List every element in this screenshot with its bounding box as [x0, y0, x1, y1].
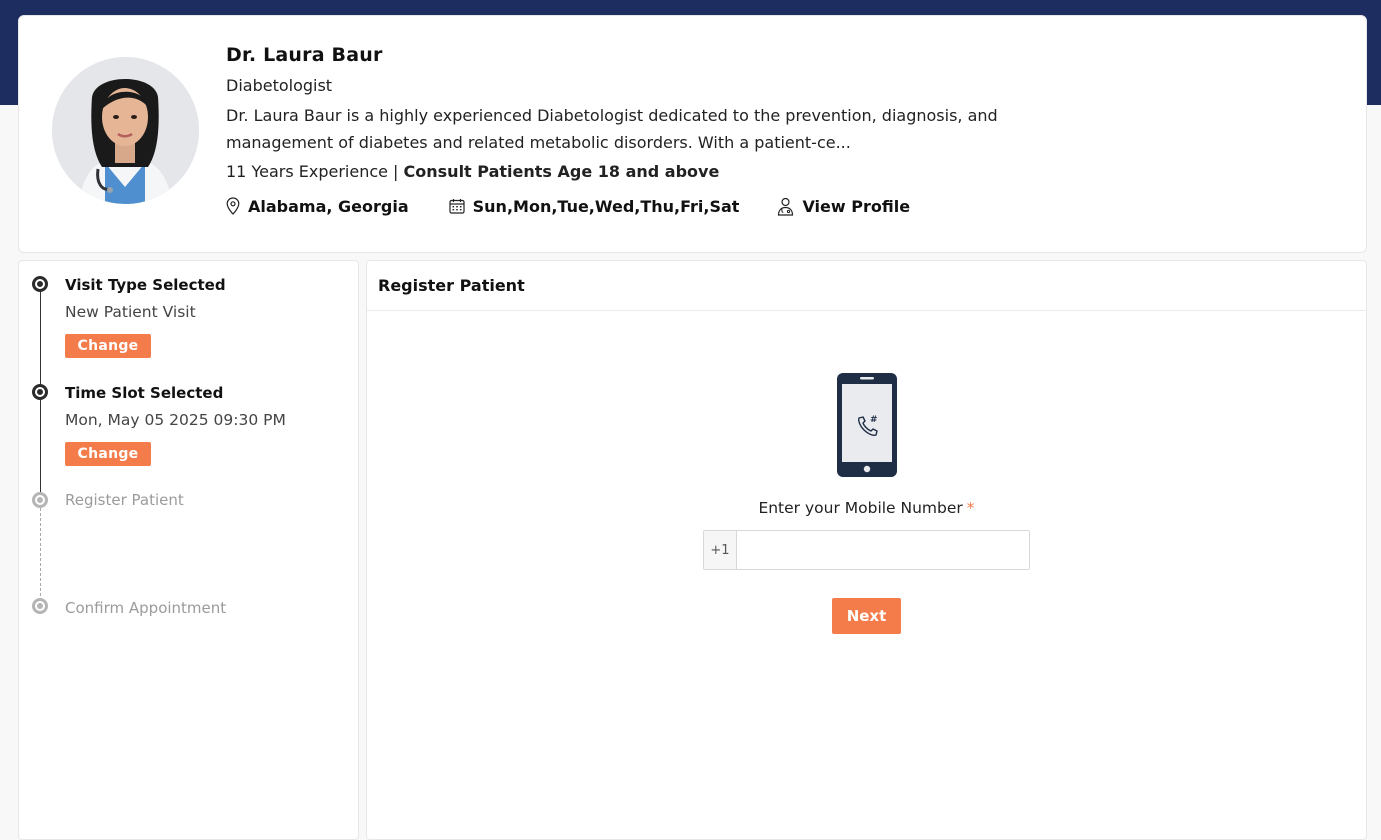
change-time-slot-button[interactable]: Change	[65, 442, 151, 466]
view-profile-text[interactable]: View Profile	[802, 197, 910, 216]
doctor-experience: 11 Years Experience | Consult Patients A…	[226, 162, 719, 181]
booking-steps: Visit Type Selected New Patient Visit Ch…	[18, 260, 359, 840]
required-asterisk: *	[966, 499, 975, 517]
step-title: Time Slot Selected	[65, 384, 224, 402]
step-marker-pending	[32, 492, 48, 508]
next-button[interactable]: Next	[832, 598, 901, 634]
view-profile-link[interactable]: View Profile	[777, 197, 910, 216]
doctor-bio: Dr. Laura Baur is a highly experienced D…	[226, 106, 998, 152]
doctor-icon	[778, 197, 794, 216]
step-value: New Patient Visit	[65, 303, 196, 321]
step-marker-done	[32, 276, 48, 292]
step-marker-pending	[32, 598, 48, 614]
map-pin-icon	[226, 197, 240, 215]
mobile-phone-icon: #	[836, 372, 898, 482]
step-title: Visit Type Selected	[65, 276, 226, 294]
step-connector	[40, 291, 41, 393]
mobile-label-text: Enter your Mobile Number	[758, 499, 963, 517]
change-visit-type-button[interactable]: Change	[65, 334, 151, 358]
doctor-meta-row: Alabama, Georgia Sun,Mon,Tue,Wed,Thu,Fri…	[226, 194, 910, 218]
doctor-location: Alabama, Georgia	[226, 197, 409, 216]
experience-text: 11 Years Experience |	[226, 162, 404, 181]
panel-title: Register Patient	[378, 276, 525, 295]
step-connector	[40, 399, 41, 501]
days-text: Sun,Mon,Tue,Wed,Thu,Fri,Sat	[472, 196, 740, 216]
step-title: Register Patient	[65, 491, 184, 509]
svg-text:#: #	[870, 415, 878, 425]
register-patient-panel: Register Patient # Enter your Mobile Num…	[366, 260, 1367, 840]
mobile-number-input[interactable]	[737, 531, 1029, 569]
country-code: +1	[704, 531, 737, 569]
doctor-specialty: Diabetologist	[226, 76, 333, 95]
location-text: Alabama, Georgia	[248, 196, 409, 216]
calendar-icon	[449, 199, 465, 214]
mobile-number-field: +1	[703, 530, 1030, 570]
doctor-avatar	[52, 57, 199, 204]
step-marker-done	[32, 384, 48, 400]
doctor-card: Dr. Laura Baur Diabetologist Dr. Laura B…	[18, 15, 1367, 253]
doctor-days: Sun,Mon,Tue,Wed,Thu,Fri,Sat	[449, 196, 740, 216]
step-value: Mon, May 05 2025 09:30 PM	[65, 411, 286, 429]
panel-header: Register Patient	[367, 261, 1366, 311]
mobile-number-label: Enter your Mobile Number *	[367, 499, 1366, 517]
age-policy: Consult Patients Age 18 and above	[403, 162, 720, 181]
step-connector-pending	[40, 508, 42, 606]
doctor-name: Dr. Laura Baur	[226, 44, 383, 66]
step-title: Confirm Appointment	[65, 599, 227, 617]
